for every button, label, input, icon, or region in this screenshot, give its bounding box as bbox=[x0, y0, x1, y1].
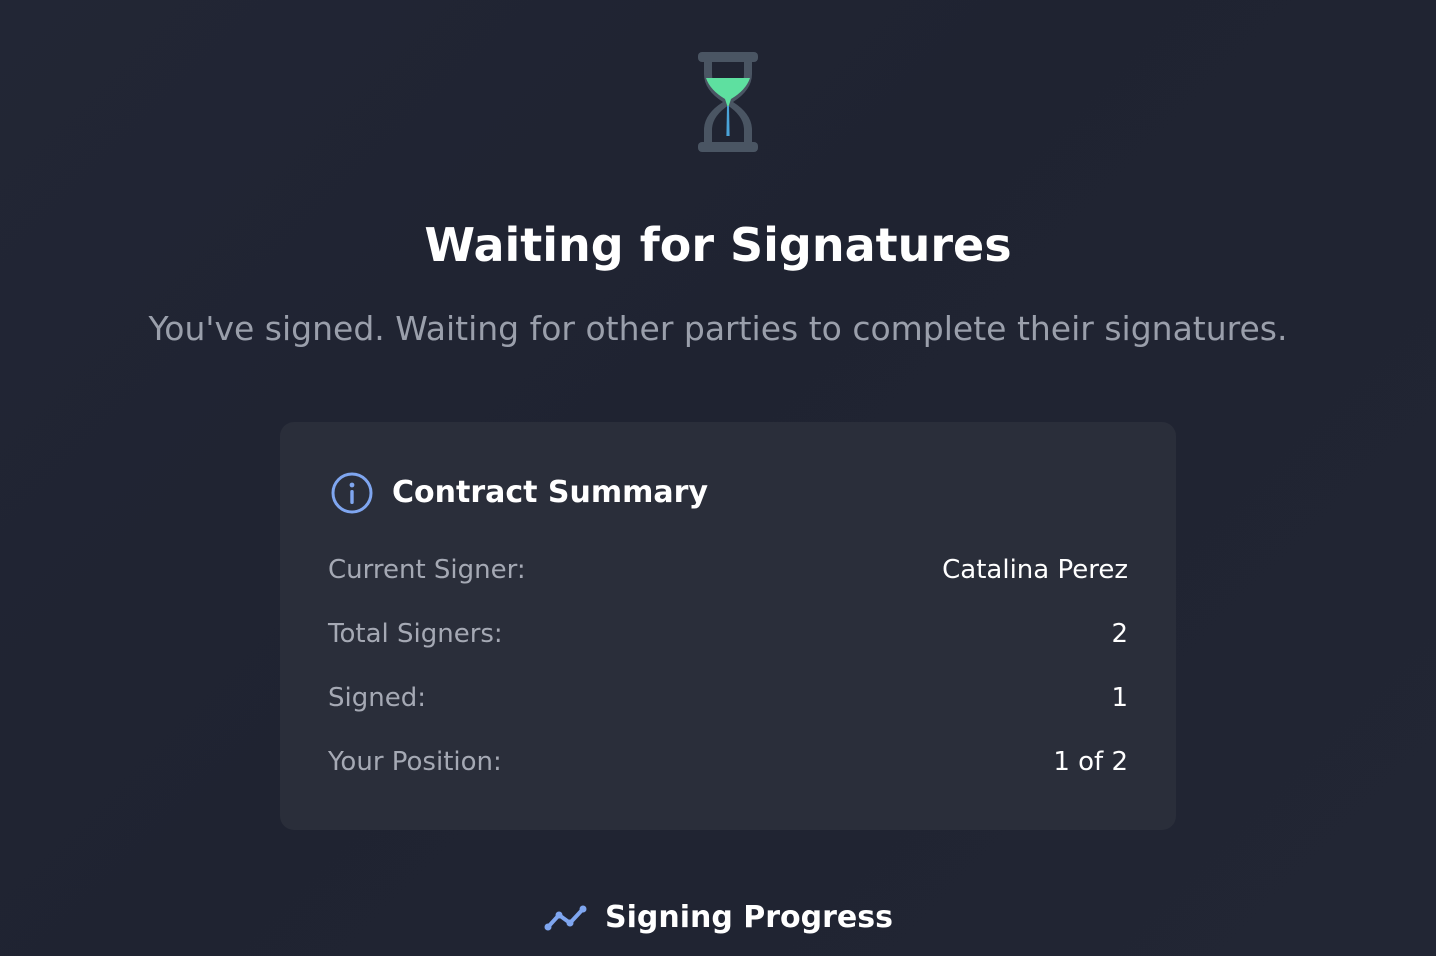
contract-summary-title: Contract Summary bbox=[392, 475, 709, 510]
summary-row-value: 2 bbox=[1111, 619, 1128, 649]
summary-row-value: 1 bbox=[1111, 683, 1128, 713]
page-title: Waiting for Signatures bbox=[424, 218, 1012, 272]
trend-line-icon bbox=[544, 905, 587, 931]
summary-row-value: 1 of 2 bbox=[1053, 747, 1128, 777]
hourglass-icon bbox=[698, 52, 758, 152]
page-subtitle: You've signed. Waiting for other parties… bbox=[148, 309, 1288, 348]
signing-progress-heading: Signing Progress bbox=[0, 894, 1436, 942]
summary-row-signed: Signed: 1 bbox=[328, 678, 1128, 718]
info-icon bbox=[331, 472, 373, 514]
summary-row-total-signers: Total Signers: 2 bbox=[328, 614, 1128, 654]
summary-row-label: Current Signer: bbox=[328, 555, 526, 585]
contract-summary-card: Contract Summary Current Signer: Catalin… bbox=[280, 422, 1176, 830]
summary-row-label: Your Position: bbox=[328, 747, 502, 777]
summary-row-current-signer: Current Signer: Catalina Perez bbox=[328, 550, 1128, 590]
summary-row-your-position: Your Position: 1 of 2 bbox=[328, 742, 1128, 782]
waiting-page: Waiting for Signatures You've signed. Wa… bbox=[0, 0, 1436, 956]
contract-summary-header: Contract Summary bbox=[330, 470, 708, 516]
summary-row-label: Signed: bbox=[328, 683, 426, 713]
summary-row-label: Total Signers: bbox=[328, 619, 503, 649]
signing-progress-title: Signing Progress bbox=[604, 900, 893, 935]
summary-row-value: Catalina Perez bbox=[942, 555, 1128, 585]
